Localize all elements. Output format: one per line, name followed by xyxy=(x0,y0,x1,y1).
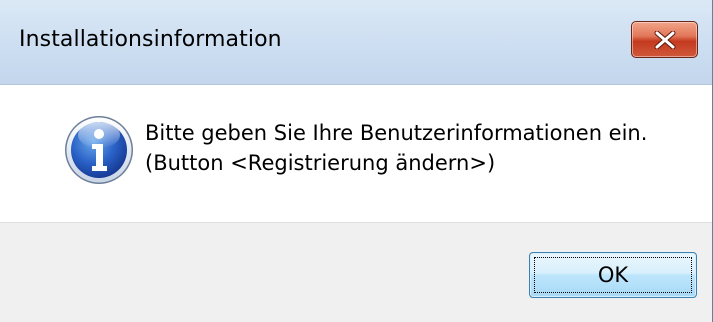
title-bar: Installationsinformation xyxy=(0,0,712,85)
close-icon xyxy=(654,31,676,49)
ok-button-label: OK xyxy=(597,263,629,287)
dialog-title: Installationsinformation xyxy=(19,27,282,52)
ok-button[interactable]: OK xyxy=(529,252,697,298)
dialog-message: Bitte geben Sie Ihre Benutzerinformation… xyxy=(145,118,647,178)
close-button[interactable] xyxy=(631,21,698,58)
message-line-1: Bitte geben Sie Ihre Benutzerinformation… xyxy=(145,121,648,145)
message-line-2: (Button <Registrierung ändern>) xyxy=(145,151,496,175)
information-icon xyxy=(65,116,133,184)
dialog-window: Installationsinformation Bitte geben Sie… xyxy=(0,0,713,322)
